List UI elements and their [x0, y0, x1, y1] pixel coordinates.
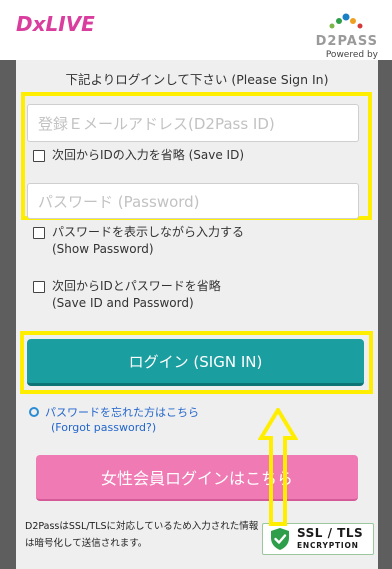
ssl-subtitle: ENCRYPTION [297, 541, 359, 550]
forgot-password-link[interactable]: パスワードを忘れた方はこちら (Forgot password?) [29, 405, 199, 435]
forgot-password-label-en[interactable]: (Forgot password?) [51, 421, 156, 434]
arrow-up-annotation-icon [258, 408, 298, 526]
login-panel: 下記よりログインして下さい (Please Sign In) 登録Ｅメールアドレ… [16, 60, 378, 569]
show-password-label-en: (Show Password) [52, 242, 154, 256]
show-password-box[interactable] [33, 227, 45, 239]
forgot-bullet-icon [29, 407, 39, 417]
save-id-password-checkbox[interactable]: 次回からIDとパスワードを省略 (Save ID and Password) [33, 278, 221, 312]
shield-check-icon [271, 528, 289, 550]
password-placeholder: パスワード (Password) [38, 192, 200, 211]
d2pass-logo: D2PASS Powered by [314, 12, 378, 60]
powered-by: Powered by [325, 50, 378, 60]
password-input[interactable]: パスワード (Password) [27, 183, 359, 219]
email-input[interactable]: 登録Ｅメールアドレス(D2Pass ID) [27, 104, 359, 142]
d2pass-wordmark: D2PASS [315, 34, 378, 49]
ssl-note: D2PassはSSL/TLSに対応しているため入力された情報 は暗号化して送信さ… [25, 518, 275, 552]
ssl-badge: SSL / TLS ENCRYPTION [262, 523, 374, 555]
dxlive-logo[interactable]: DxLIVE [16, 12, 95, 36]
save-id-checkbox[interactable]: 次回からIDの入力を省略 (Save ID) [33, 147, 244, 164]
show-password-label: パスワードを表示しながら入力する [52, 225, 245, 239]
d2pass-dots-icon [329, 13, 363, 29]
ssl-title: SSL / TLS [297, 526, 364, 540]
forgot-password-label[interactable]: パスワードを忘れた方はこちら [45, 406, 199, 419]
save-id-box[interactable] [33, 150, 45, 162]
save-id-password-label-en: (Save ID and Password) [52, 296, 194, 310]
ssl-note-line2: は暗号化して送信されます。 [25, 538, 148, 549]
save-id-password-label: 次回からIDとパスワードを省略 [52, 279, 221, 293]
sign-in-button[interactable]: ログイン (SIGN IN) [27, 339, 364, 386]
save-id-label: 次回からIDの入力を省略 (Save ID) [52, 148, 245, 162]
save-id-password-box[interactable] [33, 281, 45, 293]
ssl-note-line1: D2PassはSSL/TLSに対応しているため入力された情報 [25, 521, 259, 532]
email-placeholder: 登録Ｅメールアドレス(D2Pass ID) [38, 114, 275, 133]
sign-in-instruction: 下記よりログインして下さい (Please Sign In) [65, 72, 329, 87]
female-member-login-button[interactable]: 女性会員ログインはこちら [36, 455, 358, 501]
show-password-checkbox[interactable]: パスワードを表示しながら入力する (Show Password) [33, 224, 244, 258]
header: DxLIVE D2PASS Powered by [0, 0, 392, 60]
